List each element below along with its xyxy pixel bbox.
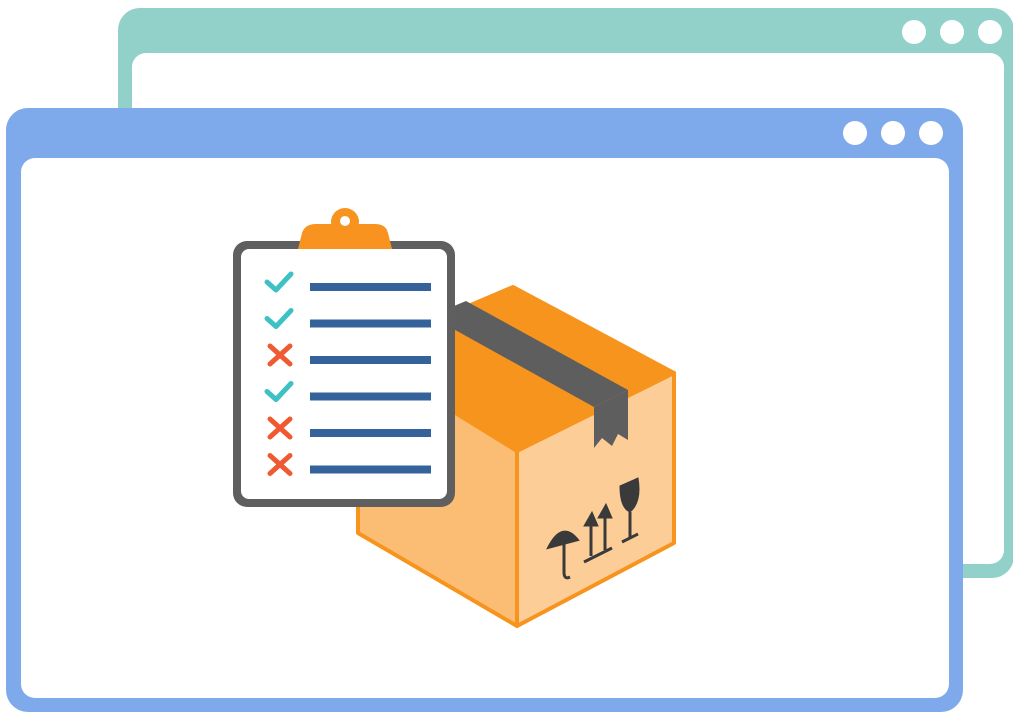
checklist-line <box>310 392 431 401</box>
checklist-line <box>310 356 431 364</box>
illustration-canvas <box>0 0 1013 713</box>
checklist-line <box>310 465 431 474</box>
checklist-line <box>310 429 431 437</box>
checklist-and-box-illustration <box>233 208 676 628</box>
clipboard-checklist-icon <box>233 208 455 507</box>
checklist-line <box>310 283 431 291</box>
checklist-line <box>310 319 431 328</box>
clipboard-clip <box>298 208 392 249</box>
